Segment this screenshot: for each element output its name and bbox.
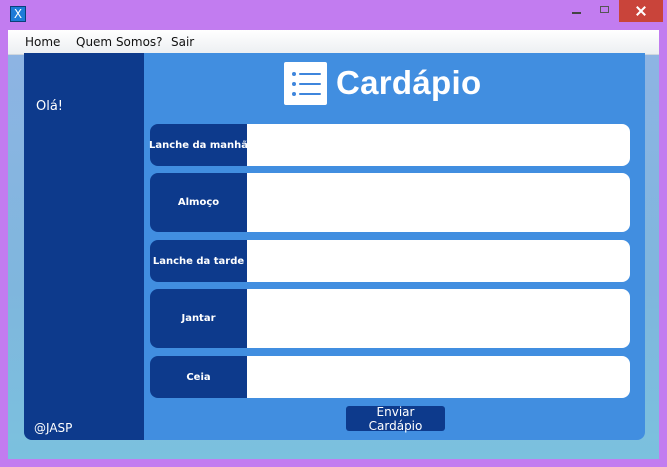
client-area: Home Quem Somos? Sair Olá! @JASP Cardápi…: [8, 30, 659, 459]
ceia-field[interactable]: [247, 356, 630, 398]
greeting-text: Olá!: [36, 99, 64, 114]
meal-label: Jantar: [150, 289, 247, 348]
menu-item-sair[interactable]: Sair: [171, 35, 194, 49]
meal-row-lanche-manha: Lanche da manhã: [149, 124, 630, 166]
page-title: Cardápio: [336, 64, 482, 101]
lanche-tarde-field[interactable]: [247, 240, 630, 282]
footer-signature: @JASP: [34, 421, 73, 435]
meal-row-jantar: Jantar: [150, 289, 630, 348]
menu-item-home[interactable]: Home: [25, 35, 60, 49]
submit-menu-button[interactable]: Enviar Cardápio: [346, 405, 445, 433]
menu-bar: Home Quem Somos? Sair: [8, 30, 659, 55]
app-icon: X: [10, 6, 26, 22]
meal-label: Almoço: [150, 173, 247, 232]
jantar-field[interactable]: [247, 289, 630, 348]
close-icon[interactable]: [619, 0, 663, 22]
meal-row-almoco: Almoço: [150, 173, 630, 232]
meal-label: Lanche da tarde: [150, 240, 247, 282]
lanche-manha-field[interactable]: [247, 124, 630, 166]
main-panel: Olá! @JASP Cardápio Lanche da manhã Almo…: [24, 53, 645, 440]
minimize-icon[interactable]: [563, 0, 589, 22]
maximize-icon[interactable]: [592, 0, 618, 22]
meal-label: Ceia: [150, 356, 247, 398]
list-icon: [284, 62, 327, 105]
meal-row-ceia: Ceia: [150, 356, 630, 398]
title-bar[interactable]: X: [0, 0, 667, 30]
app-window: X Home Quem Somos? Sair Olá! @JASP Cardá…: [0, 0, 667, 467]
sidebar: Olá! @JASP: [24, 53, 144, 440]
meal-label: Lanche da manhã: [149, 124, 248, 166]
almoco-field[interactable]: [247, 173, 630, 232]
menu-item-quem-somos[interactable]: Quem Somos?: [76, 35, 163, 49]
meal-row-lanche-tarde: Lanche da tarde: [150, 240, 630, 282]
